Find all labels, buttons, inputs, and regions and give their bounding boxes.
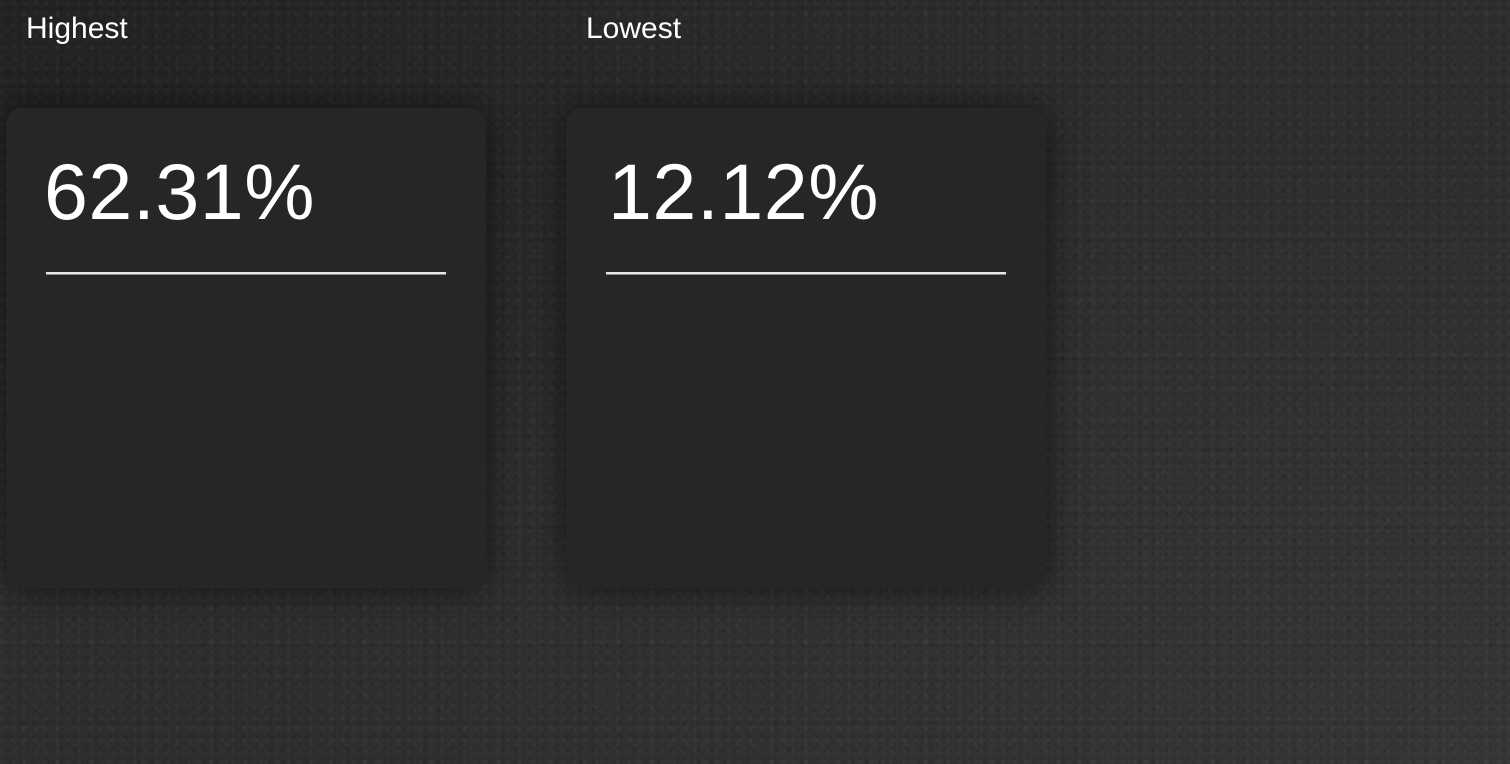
- highest-value: 62.31%: [44, 147, 315, 236]
- lowest-divider: [606, 272, 1006, 275]
- lowest-label: Lowest: [586, 12, 682, 45]
- lowest-value: 12.12%: [608, 147, 879, 236]
- highest-divider: [46, 272, 446, 275]
- highest-label: Highest: [26, 12, 128, 45]
